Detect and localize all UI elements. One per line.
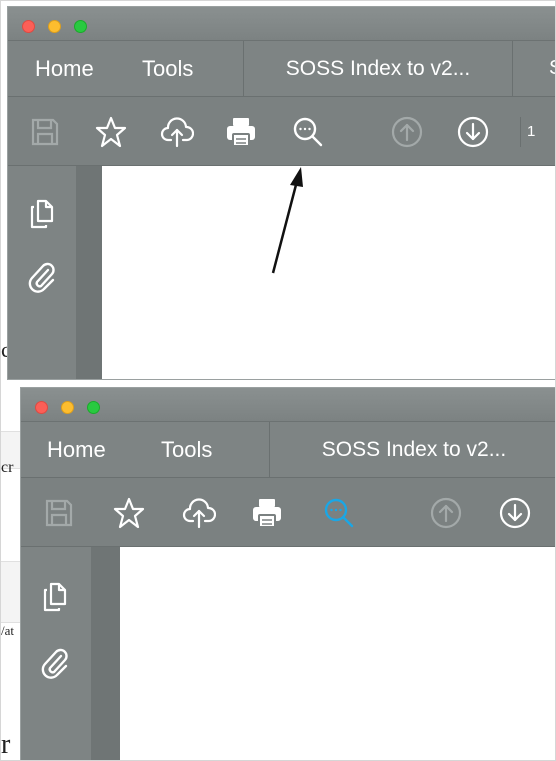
reader-window-bottom: Home Tools SOSS Index to v2...	[21, 388, 555, 760]
tab-home[interactable]: Home	[47, 422, 106, 477]
document-view[interactable]	[120, 547, 555, 760]
panel-divider[interactable]	[91, 547, 120, 760]
left-sidebar	[21, 547, 91, 760]
tab-document[interactable]: SOSS Index to v2...	[269, 422, 555, 477]
tab-bar: Home Tools SOSS Index to v2...	[21, 422, 555, 478]
save-icon[interactable]	[42, 496, 76, 530]
cloud-upload-icon[interactable]	[182, 496, 216, 530]
tab-tools[interactable]: Tools	[161, 422, 212, 477]
arrow-down-icon[interactable]	[498, 496, 532, 530]
print-icon[interactable]	[250, 496, 284, 530]
zoom-window-button[interactable]	[87, 401, 100, 414]
search-icon-active[interactable]	[322, 496, 356, 530]
window-titlebar	[21, 388, 555, 422]
arrow-up-icon[interactable]	[429, 496, 463, 530]
attachment-icon[interactable]	[39, 647, 71, 679]
close-window-button[interactable]	[35, 401, 48, 414]
pages-icon[interactable]	[39, 581, 71, 613]
minimize-window-button[interactable]	[61, 401, 74, 414]
star-icon[interactable]	[112, 496, 146, 530]
toolbar	[21, 478, 555, 547]
screenshot-frame: c cr /at r Home Tools SOSS Index to v2..…	[0, 0, 556, 761]
